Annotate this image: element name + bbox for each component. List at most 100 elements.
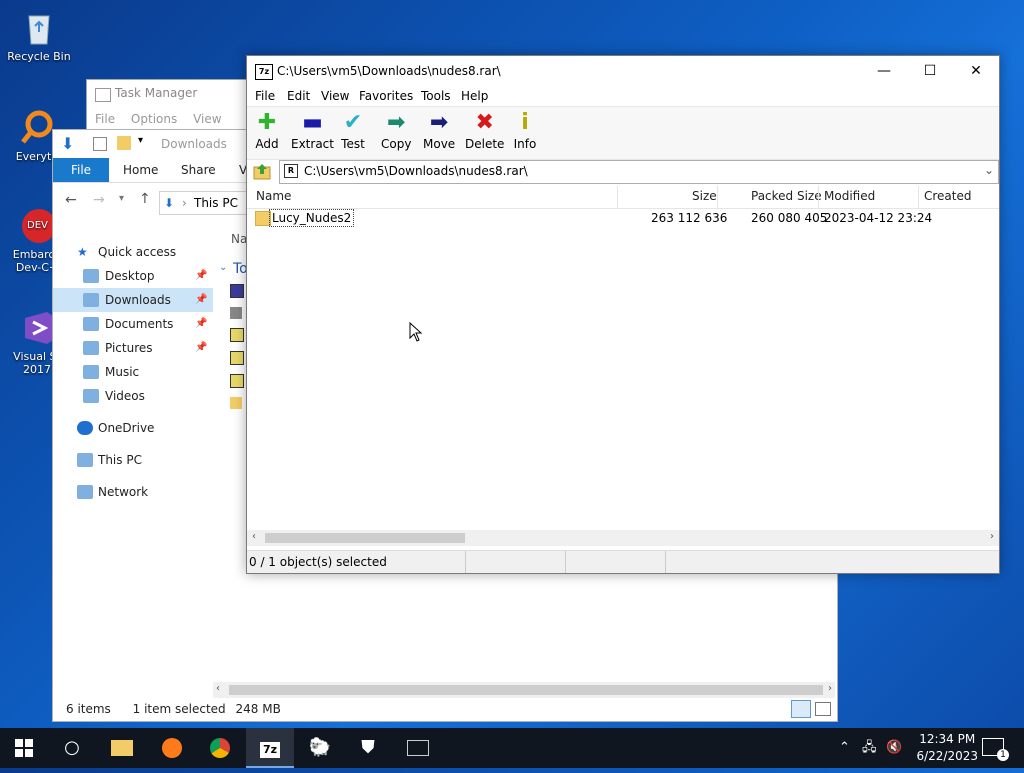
sidebar-item-music[interactable]: Music <box>53 360 213 384</box>
sidebar-item-this-pc[interactable]: This PC <box>53 448 213 472</box>
move-button[interactable]: ➡ Move <box>423 111 455 152</box>
tab-home[interactable]: Home <box>123 158 158 182</box>
details-view-icon[interactable] <box>791 700 811 718</box>
taskbar-7zip[interactable]: 7z <box>246 728 294 768</box>
scrollbar-thumb[interactable] <box>229 685 823 695</box>
title-bar[interactable]: 7z C:\Users\vm5\Downloads\nudes8.rar\ — … <box>247 56 999 86</box>
large-icons-view-icon[interactable] <box>815 702 831 716</box>
pin-icon[interactable]: 📌 <box>195 264 207 288</box>
volume-muted-icon[interactable]: 🔇 <box>886 728 902 768</box>
menu-file[interactable]: File <box>95 112 115 126</box>
chevron-up-icon[interactable]: ⌃ <box>839 728 850 768</box>
taskbar-task-manager[interactable] <box>394 728 442 768</box>
folder-icon[interactable] <box>230 397 242 409</box>
expand-chevron-icon[interactable]: ⌄ <box>219 262 227 273</box>
taskbar-chrome[interactable] <box>196 728 244 768</box>
task-manager-title: Task Manager <box>115 86 198 100</box>
column-created[interactable]: Created <box>924 189 972 203</box>
menu-bar: File Edit View Favorites Tools Help <box>247 86 999 106</box>
desktop-icon-recycle-bin[interactable]: Recycle Bin <box>2 8 76 63</box>
exe-file-icon[interactable] <box>230 307 242 319</box>
forward-arrow-icon[interactable]: → <box>93 192 105 208</box>
chevron-down-icon[interactable]: ▾ <box>138 135 143 146</box>
info-button[interactable]: i Info <box>513 111 537 152</box>
7zip-file-manager-window[interactable]: 7z C:\Users\vm5\Downloads\nudes8.rar\ — … <box>246 55 1000 574</box>
column-size[interactable]: Size <box>692 189 717 203</box>
up-arrow-icon[interactable]: ↑ <box>139 191 151 207</box>
taskbar-firefox[interactable] <box>148 728 196 768</box>
column-modified[interactable]: Modified <box>824 189 875 203</box>
back-arrow-icon[interactable]: ← <box>65 192 77 208</box>
notification-center-button[interactable]: 1 <box>982 738 1009 761</box>
horizontal-scrollbar[interactable]: ‹ › <box>213 682 835 698</box>
scroll-right-icon[interactable]: › <box>828 683 832 694</box>
row-size: 263 112 636 <box>651 211 728 225</box>
horizontal-scrollbar[interactable]: ‹ › <box>247 530 999 546</box>
breadcrumb-this-pc[interactable]: This PC <box>194 192 238 214</box>
scroll-left-icon[interactable]: ‹ <box>216 683 220 694</box>
sidebar-item-label: Quick access <box>98 245 177 259</box>
checkbox-icon[interactable] <box>93 137 107 151</box>
taskbar-app[interactable]: 🐑 <box>296 728 344 768</box>
menu-help[interactable]: Help <box>461 89 488 103</box>
menu-options[interactable]: Options <box>131 112 177 126</box>
pin-icon[interactable]: 📌 <box>195 336 207 360</box>
network-icon[interactable]: 🖧 <box>862 728 877 768</box>
minimize-button[interactable]: — <box>861 56 907 86</box>
status-divider <box>665 551 666 573</box>
sidebar-item-downloads[interactable]: Downloads 📌 <box>53 288 213 312</box>
column-separator[interactable] <box>617 186 618 208</box>
column-separator[interactable] <box>717 186 718 208</box>
address-combobox[interactable]: R C:\Users\vm5\Downloads\nudes8.rar\ ⌄ <box>279 160 999 184</box>
up-folder-button[interactable] <box>251 160 275 184</box>
zip-file-icon[interactable] <box>230 351 244 365</box>
sidebar-item-desktop[interactable]: Desktop 📌 <box>53 264 213 288</box>
sidebar-item-documents[interactable]: Documents 📌 <box>53 312 213 336</box>
zip-file-icon[interactable] <box>230 374 244 388</box>
scroll-right-icon[interactable]: › <box>990 531 994 542</box>
maximize-button[interactable]: ☐ <box>907 56 953 86</box>
start-button[interactable] <box>0 728 48 768</box>
copy-button[interactable]: ➡ Copy <box>381 110 412 152</box>
document-icon <box>83 317 99 331</box>
menu-file[interactable]: File <box>255 89 275 103</box>
taskbar-security[interactable]: ⛊ <box>344 728 392 768</box>
copy-arrow-icon: ➡ <box>387 110 406 135</box>
chevron-down-icon[interactable]: ⌄ <box>984 163 994 177</box>
table-row[interactable]: Lucy_Nudes2 263 112 636 260 080 405 2023… <box>253 209 993 227</box>
recent-chevron-icon[interactable]: ▾ <box>119 193 124 204</box>
column-separator[interactable] <box>918 186 919 208</box>
close-button[interactable]: ✕ <box>953 56 999 86</box>
address-bar[interactable]: ⬇ › This PC <box>159 191 251 215</box>
menu-view[interactable]: View <box>193 112 221 126</box>
sidebar-item-network[interactable]: Network <box>53 480 213 504</box>
delete-button[interactable]: ✖ Delete <box>465 111 504 152</box>
scrollbar-thumb[interactable] <box>265 533 465 543</box>
taskbar-file-explorer[interactable] <box>98 728 146 768</box>
tab-file[interactable]: File <box>53 158 109 182</box>
pin-icon[interactable]: 📌 <box>195 288 207 312</box>
rar-file-icon[interactable] <box>230 284 244 298</box>
column-packed-size[interactable]: Packed Size <box>751 189 822 203</box>
search-button[interactable]: ○ <box>48 728 96 768</box>
column-separator[interactable] <box>818 186 819 208</box>
sidebar-item-onedrive[interactable]: OneDrive <box>53 416 213 440</box>
column-name[interactable]: Name <box>256 189 291 203</box>
tab-share[interactable]: Share <box>181 158 216 182</box>
scroll-left-icon[interactable]: ‹ <box>252 531 256 542</box>
menu-tools[interactable]: Tools <box>421 89 451 103</box>
7z-file-icon[interactable] <box>230 328 244 342</box>
sidebar-item-pictures[interactable]: Pictures 📌 <box>53 336 213 360</box>
menu-view[interactable]: View <box>321 89 349 103</box>
menu-edit[interactable]: Edit <box>287 89 310 103</box>
toolbar-label: Copy <box>381 137 412 151</box>
firefox-icon <box>162 738 182 758</box>
menu-favorites[interactable]: Favorites <box>359 89 413 103</box>
sidebar-item-quick-access[interactable]: ★ Quick access <box>53 240 213 264</box>
extract-button[interactable]: ▬ Extract <box>291 111 334 152</box>
pin-icon[interactable]: 📌 <box>195 312 207 336</box>
test-button[interactable]: ✔ Test <box>341 111 365 152</box>
clock[interactable]: 12:34 PM 6/22/2023 <box>916 731 978 765</box>
add-button[interactable]: ✚ Add <box>255 111 279 152</box>
sidebar-item-videos[interactable]: Videos <box>53 384 213 408</box>
